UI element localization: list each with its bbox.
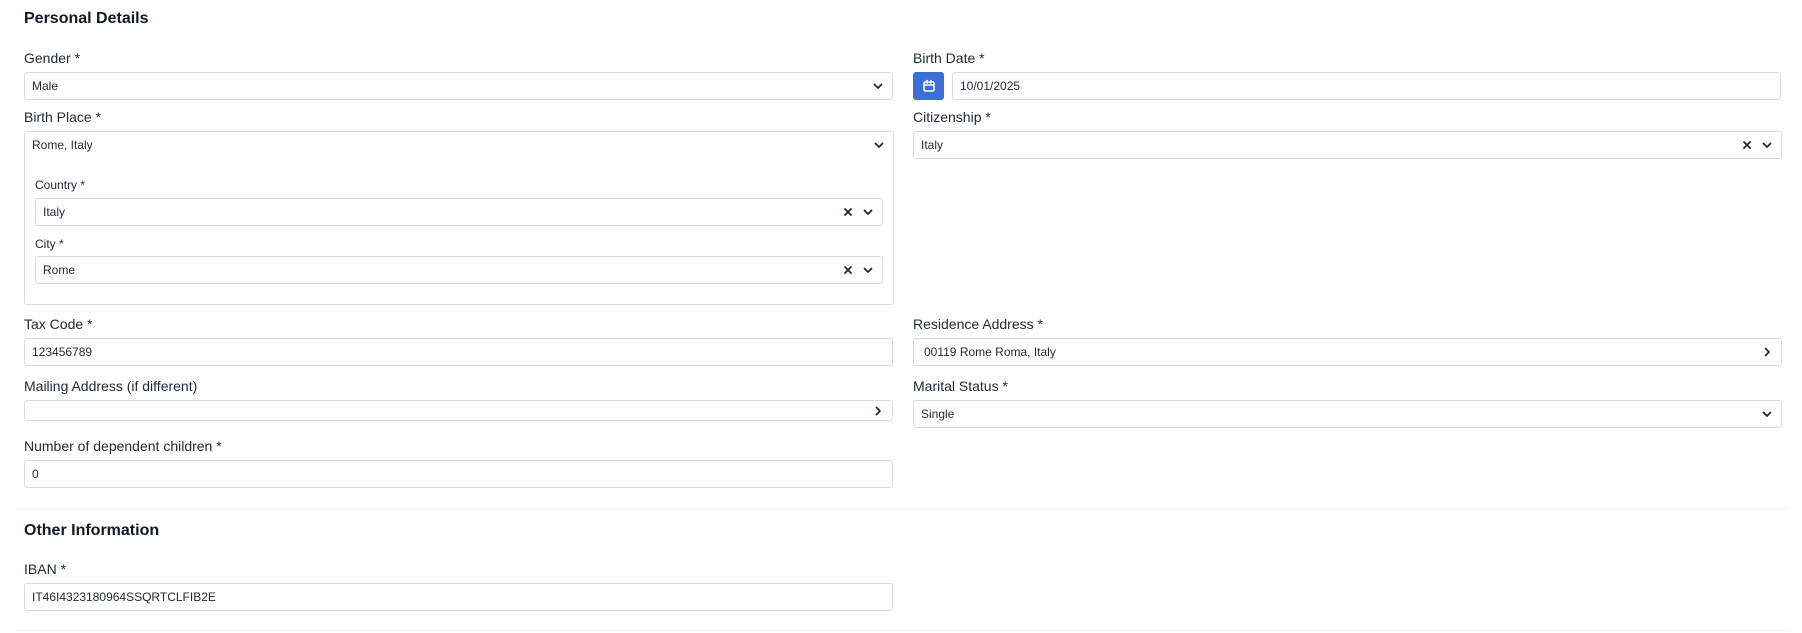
tax-code-input[interactable]: 123456789 <box>24 338 893 366</box>
dependent-children-label: Number of dependent children * <box>24 438 222 454</box>
close-icon[interactable] <box>1740 138 1754 152</box>
dependent-children-value: 0 <box>32 467 39 481</box>
country-label: Country * <box>35 178 86 192</box>
chevron-right-icon <box>871 404 885 418</box>
birth-date-label: Birth Date * <box>913 50 985 66</box>
birth-place-value: Rome, Italy <box>32 138 93 152</box>
chevron-down-icon <box>1760 138 1774 152</box>
city-value: Rome <box>43 263 76 277</box>
dependent-children-input[interactable]: 0 <box>24 460 893 488</box>
citizenship-value: Italy <box>921 138 944 152</box>
gender-label: Gender * <box>24 50 81 66</box>
chevron-down-icon <box>861 205 875 219</box>
chevron-down-icon <box>1760 407 1774 421</box>
calendar-button[interactable] <box>913 72 944 100</box>
chevron-down-icon <box>871 79 885 93</box>
tax-code-label: Tax Code * <box>24 316 93 332</box>
section-title-personal-details: Personal Details <box>24 10 149 27</box>
close-icon[interactable] <box>841 205 855 219</box>
iban-label: IBAN * <box>24 561 67 577</box>
calendar-icon <box>922 79 935 92</box>
gender-value: Male <box>32 79 59 93</box>
tax-code-value: 123456789 <box>32 345 93 359</box>
city-label: City * <box>35 237 64 251</box>
residence-address-label: Residence Address * <box>913 316 1043 332</box>
iban-value: IT46I4323180964SSQRTCLFIB2E <box>32 590 216 604</box>
iban-input[interactable]: IT46I4323180964SSQRTCLFIB2E <box>24 583 893 611</box>
citizenship-label: Citizenship * <box>913 109 991 125</box>
residence-address-value: 00119 Rome Roma, Italy <box>924 345 1056 359</box>
residence-address-field[interactable]: 00119 Rome Roma, Italy <box>913 338 1782 366</box>
birth-date-value: 10/01/2025 <box>960 79 1021 93</box>
chevron-down-icon <box>861 263 875 277</box>
mailing-address-label: Mailing Address (if different) <box>24 378 198 394</box>
chevron-down-icon <box>872 138 886 152</box>
country-select[interactable]: Italy <box>35 198 883 226</box>
country-value: Italy <box>43 205 66 219</box>
marital-status-select[interactable]: Single <box>913 400 1782 428</box>
section-divider <box>15 630 1787 631</box>
birth-date-input[interactable]: 10/01/2025 <box>952 72 1781 100</box>
marital-status-label: Marital Status * <box>913 378 1008 394</box>
gender-select[interactable]: Male <box>24 72 893 100</box>
mailing-address-field[interactable] <box>24 400 893 421</box>
close-icon[interactable] <box>841 263 855 277</box>
birth-place-label: Birth Place * <box>24 109 102 125</box>
section-title-other-information: Other Information <box>24 522 160 539</box>
chevron-right-icon <box>1760 345 1774 359</box>
citizenship-select[interactable]: Italy <box>913 131 1782 159</box>
section-divider <box>15 508 1787 509</box>
city-select[interactable]: Rome <box>35 256 883 284</box>
marital-status-value: Single <box>921 407 955 421</box>
birth-place-select[interactable]: Rome, Italy <box>25 132 893 158</box>
